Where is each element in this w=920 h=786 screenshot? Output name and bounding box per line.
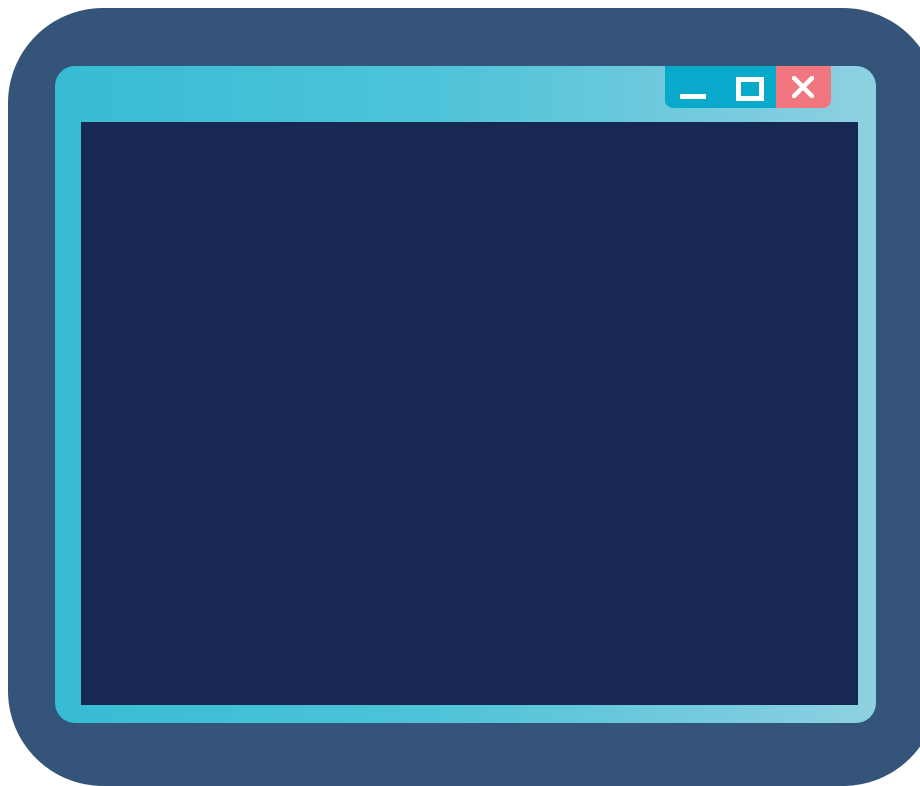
minimize-button[interactable]: [665, 66, 721, 108]
app-window: [55, 66, 876, 723]
window-content-area: [81, 122, 858, 705]
maximize-button[interactable]: [721, 66, 776, 108]
window-controls: [665, 66, 831, 108]
maximize-icon: [736, 77, 764, 101]
close-button[interactable]: [776, 66, 831, 108]
minimize-icon: [680, 94, 706, 99]
close-icon: [792, 76, 814, 98]
